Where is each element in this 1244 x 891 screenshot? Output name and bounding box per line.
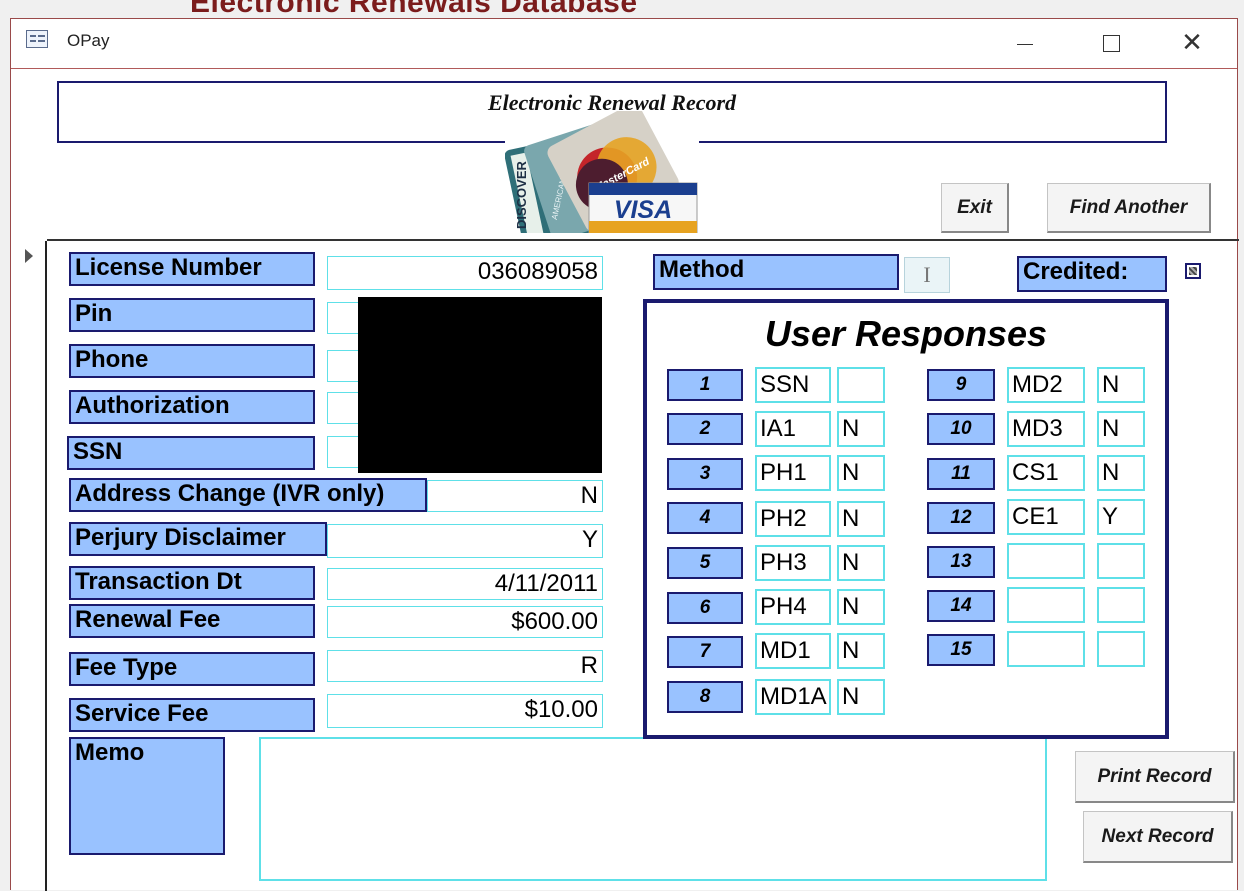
user-responses-panel: User Responses 1 SSN 2 IA1 N 3 PH1 N 4 P… <box>643 299 1169 739</box>
response-code[interactable]: MD3 <box>1007 411 1085 447</box>
response-answer[interactable]: N <box>837 589 885 625</box>
response-answer[interactable]: N <box>1097 411 1145 447</box>
response-code[interactable]: PH1 <box>755 455 831 491</box>
response-code[interactable]: CE1 <box>1007 499 1085 535</box>
opay-window: OPay ✕ Electronic Renewal Record DISCOVE… <box>10 18 1239 891</box>
response-answer[interactable]: Y <box>1097 499 1145 535</box>
response-answer[interactable] <box>1097 543 1145 579</box>
background-window-title: Electronic Renewals Database <box>190 0 638 19</box>
visa-logo-text: VISA <box>614 196 672 224</box>
response-code[interactable]: SSN <box>755 367 831 403</box>
memo-field[interactable] <box>259 737 1047 881</box>
response-answer[interactable]: N <box>837 633 885 669</box>
perjury-disclaimer-label: Perjury Disclaimer <box>69 522 327 556</box>
response-number: 12 <box>927 502 995 534</box>
response-number: 13 <box>927 546 995 578</box>
response-number: 5 <box>667 547 743 579</box>
response-code[interactable]: PH2 <box>755 501 831 537</box>
service-fee-field[interactable]: $10.00 <box>327 694 603 728</box>
response-number: 9 <box>927 369 995 401</box>
response-number: 7 <box>667 636 743 668</box>
response-answer[interactable]: N <box>837 455 885 491</box>
credited-label: Credited: <box>1017 256 1167 292</box>
phone-label: Phone <box>69 344 315 378</box>
perjury-disclaimer-field[interactable]: Y <box>327 524 603 558</box>
response-number: 6 <box>667 592 743 624</box>
response-code[interactable]: MD2 <box>1007 367 1085 403</box>
minimize-button[interactable] <box>1001 25 1047 59</box>
close-button[interactable]: ✕ <box>1169 25 1215 59</box>
response-number: 1 <box>667 369 743 401</box>
user-responses-title: User Responses <box>764 313 1048 354</box>
response-answer[interactable]: N <box>1097 455 1145 491</box>
response-number: 4 <box>667 502 743 534</box>
response-answer[interactable]: N <box>1097 367 1145 403</box>
response-code[interactable]: MD1 <box>755 633 831 669</box>
authorization-label: Authorization <box>69 390 315 424</box>
response-number: 11 <box>927 458 995 490</box>
next-record-button[interactable]: Next Record <box>1083 811 1233 863</box>
response-answer[interactable] <box>1097 631 1145 667</box>
response-code[interactable]: IA1 <box>755 411 831 447</box>
license-number-label: License Number <box>69 252 315 286</box>
response-number: 2 <box>667 413 743 445</box>
transaction-dt-label: Transaction Dt <box>69 566 315 600</box>
response-code[interactable]: MD1A <box>755 679 831 715</box>
credit-cards-logo: DISCOVER AMERICAN EXPRESS MasterCard VIS… <box>505 111 699 233</box>
response-number: 15 <box>927 634 995 666</box>
response-answer[interactable] <box>1097 587 1145 623</box>
pin-label: Pin <box>69 298 315 332</box>
memo-label: Memo <box>69 737 225 855</box>
response-code[interactable]: CS1 <box>1007 455 1085 491</box>
print-record-button[interactable]: Print Record <box>1075 751 1235 803</box>
service-fee-label: Service Fee <box>69 698 315 732</box>
response-code[interactable] <box>1007 587 1085 623</box>
response-answer[interactable]: N <box>837 679 885 715</box>
response-answer[interactable]: N <box>837 501 885 537</box>
response-code[interactable] <box>1007 543 1085 579</box>
fee-type-field[interactable]: R <box>327 650 603 682</box>
form-icon <box>26 30 48 48</box>
current-record-arrow-icon <box>25 249 33 263</box>
record-selector[interactable] <box>37 241 47 891</box>
transaction-dt-field[interactable]: 4/11/2011 <box>327 568 603 600</box>
window-title: OPay <box>67 31 110 50</box>
response-number: 14 <box>927 590 995 622</box>
find-another-button[interactable]: Find Another <box>1047 183 1211 233</box>
response-number: 8 <box>667 681 743 713</box>
license-number-field[interactable]: 036089058 <box>327 256 603 290</box>
response-number: 10 <box>927 413 995 445</box>
title-bar[interactable]: OPay ✕ <box>11 19 1237 69</box>
address-change-field[interactable]: N <box>427 480 603 512</box>
method-field[interactable]: I <box>904 257 950 293</box>
response-code[interactable]: PH3 <box>755 545 831 581</box>
response-answer[interactable] <box>837 367 885 403</box>
response-answer[interactable]: N <box>837 545 885 581</box>
minimize-icon <box>1017 44 1033 45</box>
maximize-button[interactable] <box>1087 25 1133 59</box>
renewal-fee-label: Renewal Fee <box>69 604 315 638</box>
response-answer[interactable]: N <box>837 411 885 447</box>
method-label: Method <box>653 254 899 290</box>
ssn-label: SSN <box>67 436 315 470</box>
header-divider <box>47 239 1239 241</box>
exit-button[interactable]: Exit <box>941 183 1009 233</box>
renewal-fee-field[interactable]: $600.00 <box>327 606 603 638</box>
response-code[interactable] <box>1007 631 1085 667</box>
response-code[interactable]: PH4 <box>755 589 831 625</box>
redacted-area <box>358 297 602 473</box>
close-icon: ✕ <box>1181 27 1203 57</box>
discover-logo-text: DISCOVER <box>514 160 529 229</box>
fee-type-label: Fee Type <box>69 652 315 686</box>
response-number: 3 <box>667 458 743 490</box>
maximize-icon <box>1103 35 1120 52</box>
credited-checkbox[interactable] <box>1185 263 1201 279</box>
address-change-label: Address Change (IVR only) <box>69 478 427 512</box>
